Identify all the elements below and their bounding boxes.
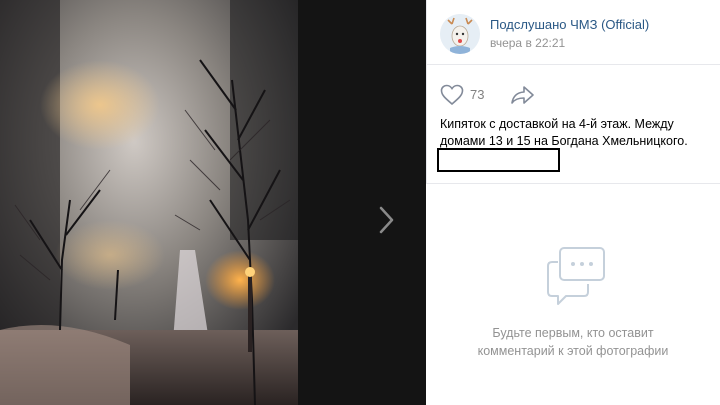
viewer-background xyxy=(298,0,426,405)
post-timestamp[interactable]: вчера в 22:21 xyxy=(490,36,565,50)
redacted-box xyxy=(437,148,560,172)
post-actions: 73 xyxy=(440,82,710,108)
avatar[interactable] xyxy=(440,14,480,54)
photo-scene xyxy=(0,0,298,405)
heart-icon xyxy=(440,84,464,106)
share-arrow-icon xyxy=(511,86,534,104)
like-count: 73 xyxy=(470,87,485,102)
post-info-panel: Подслушано ЧМЗ (Official) вчера в 22:21 … xyxy=(426,0,720,405)
empty-comments-line1: Будьте первым, кто оставит xyxy=(492,326,654,340)
photo-viewer xyxy=(0,0,426,405)
like-button[interactable]: 73 xyxy=(440,82,500,108)
speech-bubble-icon xyxy=(547,247,605,305)
next-photo-button[interactable] xyxy=(372,200,402,240)
post-author: Подслушано ЧМЗ (Official) вчера в 22:21 xyxy=(440,14,710,58)
chevron-right-icon xyxy=(379,206,394,234)
share-button[interactable] xyxy=(510,84,536,106)
post-photo[interactable] xyxy=(0,0,298,405)
divider xyxy=(426,64,720,65)
post-caption: Кипяток с доставкой на 4-й этаж. Между д… xyxy=(440,117,688,148)
comments-section: Будьте первым, кто оставит комментарий к… xyxy=(426,184,720,405)
reindeer-avatar-icon xyxy=(440,14,480,54)
author-name-link[interactable]: Подслушано ЧМЗ (Official) xyxy=(490,17,649,32)
empty-comments-text: Будьте первым, кто оставит комментарий к… xyxy=(446,324,700,360)
empty-comments-line2: комментарий к этой фотографии xyxy=(477,344,669,358)
